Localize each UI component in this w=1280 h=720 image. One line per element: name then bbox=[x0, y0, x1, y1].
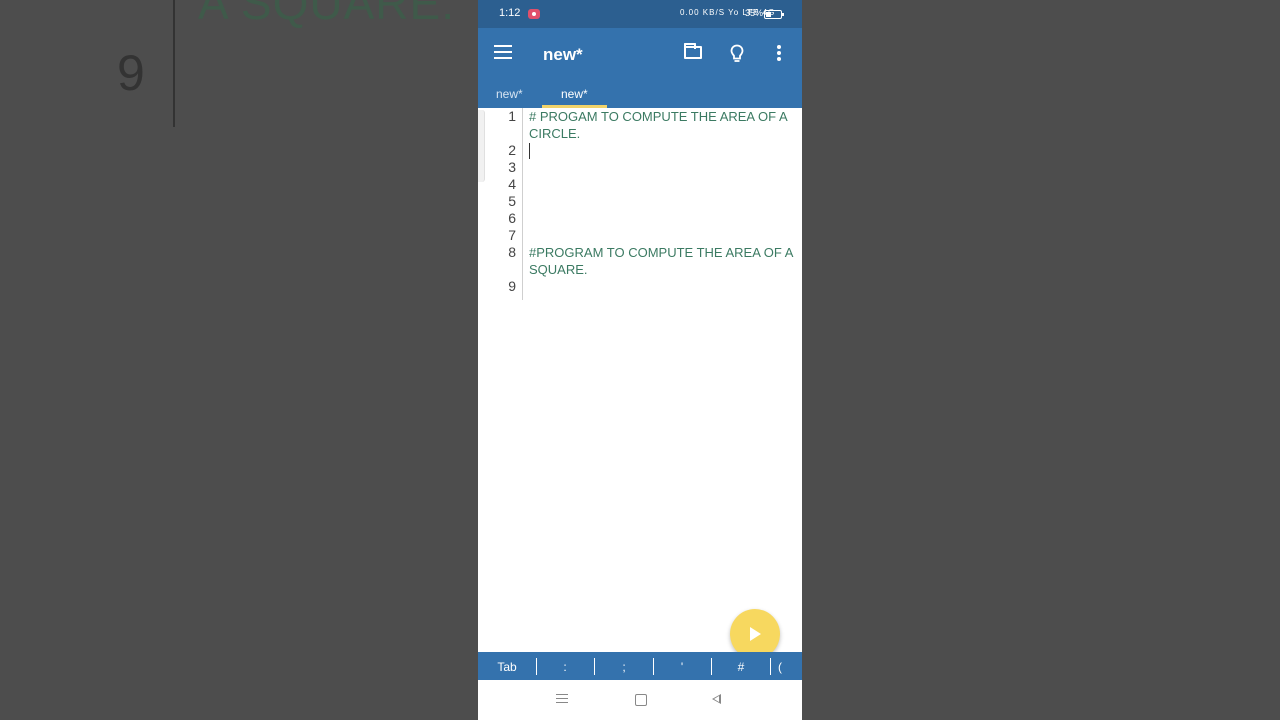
text-cursor bbox=[529, 143, 530, 159]
code-editor[interactable]: 1 2 3 4 5 6 7 8 9 # PROGAM TO COMPUTE TH… bbox=[478, 108, 802, 652]
more-vert-icon[interactable] bbox=[777, 45, 781, 61]
system-nav-bar bbox=[478, 680, 802, 720]
battery-icon bbox=[764, 10, 784, 19]
code-line-8[interactable]: #PROGRAM TO COMPUTE THE AREA OF A SQUARE… bbox=[529, 244, 801, 278]
key-separator bbox=[536, 658, 537, 675]
gutter-divider bbox=[522, 108, 523, 300]
tab-bar: new* new* bbox=[478, 80, 802, 108]
key-tab[interactable]: Tab bbox=[487, 660, 527, 674]
line-number: 1 bbox=[508, 108, 516, 124]
phone-screen: 1:12 0.00 KB/S Yo LTE 4G 35% new* new* n… bbox=[478, 0, 802, 720]
line-number: 5 bbox=[508, 193, 516, 209]
status-time: 1:12 bbox=[499, 7, 521, 19]
line-number: 4 bbox=[508, 176, 516, 192]
file-title: new* bbox=[543, 45, 583, 64]
menu-icon[interactable] bbox=[494, 45, 512, 59]
home-icon[interactable] bbox=[635, 694, 647, 706]
app-bar: new* bbox=[478, 28, 802, 80]
tab-new-2-active[interactable]: new* bbox=[561, 87, 588, 101]
key-separator bbox=[711, 658, 712, 675]
key-separator bbox=[653, 658, 654, 675]
lightbulb-icon[interactable] bbox=[730, 44, 744, 64]
extra-keys-bar: Tab : ; ' # ( bbox=[478, 652, 802, 680]
folder-icon[interactable] bbox=[684, 43, 702, 59]
line-number: 8 bbox=[508, 244, 516, 260]
battery-percent: 35% bbox=[745, 8, 764, 18]
line-number: 3 bbox=[508, 159, 516, 175]
code-line-1[interactable]: # PROGAM TO COMPUTE THE AREA OF A CIRCLE… bbox=[529, 108, 801, 142]
key-semicolon[interactable]: ; bbox=[604, 660, 644, 674]
line-number: 6 bbox=[508, 210, 516, 226]
key-separator bbox=[770, 658, 771, 675]
edge-panel-handle[interactable] bbox=[478, 110, 485, 182]
status-bar: 1:12 0.00 KB/S Yo LTE 4G 35% bbox=[478, 0, 802, 28]
line-number: 9 bbox=[508, 278, 516, 294]
background-zoom-text: A SQUARE. bbox=[198, 0, 455, 29]
screen-record-icon bbox=[528, 9, 540, 19]
back-icon[interactable] bbox=[712, 694, 721, 704]
key-paren[interactable]: ( bbox=[778, 660, 802, 674]
tab-new-1[interactable]: new* bbox=[496, 87, 523, 101]
key-colon[interactable]: : bbox=[545, 660, 585, 674]
key-separator bbox=[594, 658, 595, 675]
key-hash[interactable]: # bbox=[721, 660, 761, 674]
line-number: 7 bbox=[508, 227, 516, 243]
background-zoom: A SQUARE. 9 bbox=[0, 0, 478, 720]
key-quote[interactable]: ' bbox=[662, 660, 702, 674]
line-number: 2 bbox=[508, 142, 516, 158]
background-zoom-gutter bbox=[173, 0, 175, 127]
background-zoom-line-number: 9 bbox=[117, 45, 145, 101]
recent-apps-icon[interactable] bbox=[556, 694, 568, 704]
